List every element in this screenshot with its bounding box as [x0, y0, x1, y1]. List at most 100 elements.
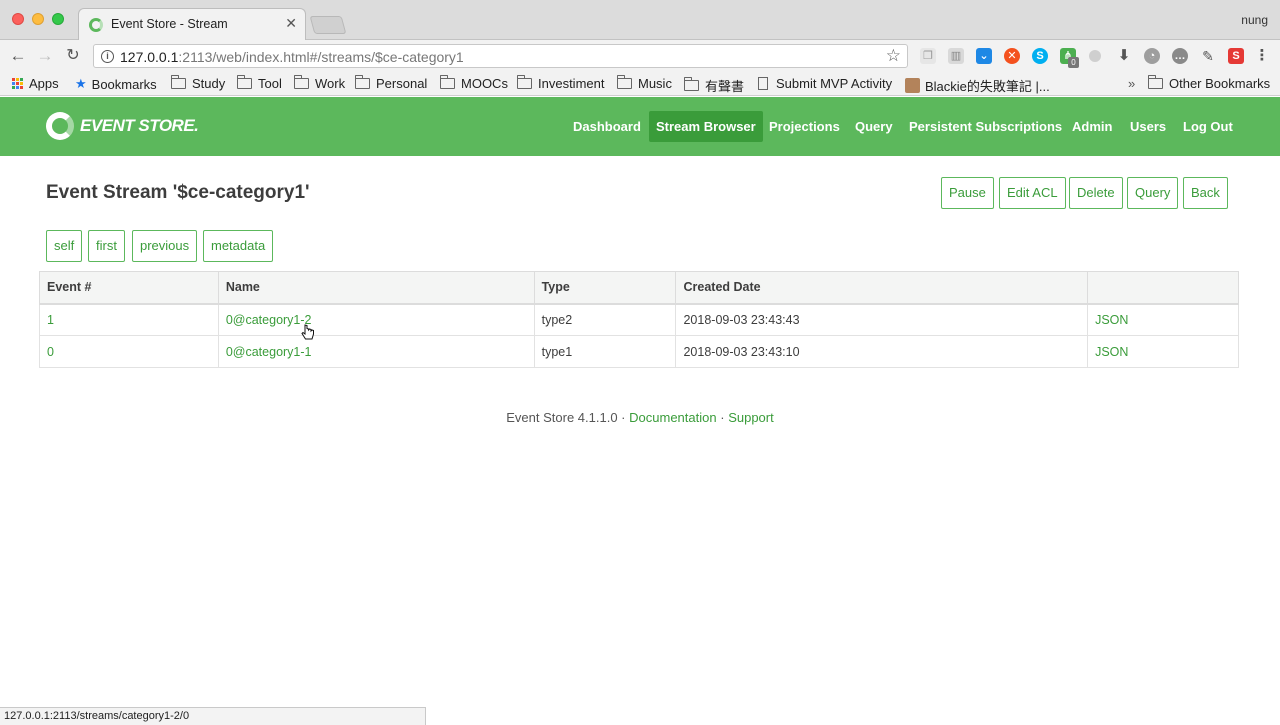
bookmark-folder-other-bookmarks[interactable]: Other Bookmarks	[1148, 75, 1270, 91]
block-extension-icon[interactable]: ✕	[1004, 48, 1020, 64]
document-icon	[758, 77, 768, 90]
folder-icon	[617, 75, 632, 89]
pager-previous-button[interactable]: previous	[132, 230, 198, 262]
folder-icon	[294, 75, 309, 89]
s-extension-icon[interactable]: S	[1228, 48, 1244, 64]
tab-title: Event Store - Stream	[111, 17, 228, 31]
apps-grid-icon	[12, 78, 23, 89]
pager-self-button[interactable]: self	[46, 230, 83, 262]
tomato-extension-icon[interactable]: ◔	[1144, 48, 1160, 64]
bookmark-folder-study[interactable]: Study	[171, 75, 225, 91]
browser-tab-strip: Event Store - Stream ✕ nung	[0, 0, 1280, 40]
browser-tab-active[interactable]: Event Store - Stream ✕	[78, 8, 306, 40]
footer-separator: ·	[621, 410, 626, 425]
event-store-favicon-icon	[89, 18, 103, 32]
edit-acl-button[interactable]: Edit ACL	[999, 177, 1066, 209]
minimize-window-button[interactable]	[32, 13, 44, 25]
folder-icon	[237, 75, 252, 89]
event-number-link[interactable]: 1	[39, 303, 219, 336]
folder-icon	[684, 77, 699, 91]
footer-separator: ·	[720, 410, 725, 425]
bookmark-folder-music[interactable]: Music	[617, 75, 672, 91]
folder-icon	[171, 75, 186, 89]
table-row: 1 0@category1-2 type2 2018-09-03 23:43:4…	[39, 303, 1239, 336]
bookmark-blackie-notes[interactable]: Blackie的失敗筆記 |...	[905, 76, 1050, 95]
pocket-extension-icon[interactable]: ⌄	[976, 48, 992, 64]
browser-menu-icon[interactable]: ⋮	[1254, 48, 1270, 64]
folder-icon	[517, 75, 532, 89]
nav-log-out[interactable]: Log Out	[1176, 111, 1240, 142]
event-number-link[interactable]: 0	[39, 335, 219, 368]
skype-extension-icon[interactable]: S	[1032, 48, 1048, 64]
download-extension-icon[interactable]: ⬇	[1116, 48, 1132, 64]
bookmark-apps[interactable]: Apps	[12, 76, 59, 91]
nav-projections[interactable]: Projections	[762, 111, 847, 142]
tab-close-icon[interactable]: ✕	[285, 15, 297, 32]
folder-icon	[440, 75, 455, 89]
column-header-type: Type	[533, 271, 677, 305]
event-name-link[interactable]: 0@category1-1	[217, 335, 535, 368]
nav-admin[interactable]: Admin	[1065, 111, 1119, 142]
extension-badge: 0	[1068, 57, 1079, 68]
bookmark-star-icon[interactable]: ☆	[886, 46, 901, 66]
event-json-link[interactable]: JSON	[1087, 335, 1239, 368]
event-created-date: 2018-09-03 23:43:10	[675, 335, 1089, 368]
query-button[interactable]: Query	[1127, 177, 1179, 209]
maximize-window-button[interactable]	[52, 13, 64, 25]
star-icon: ★	[75, 76, 87, 91]
bookmark-folder-work[interactable]: Work	[294, 75, 345, 91]
footer-version: Event Store 4.1.1.0	[506, 410, 618, 425]
new-tab-button[interactable]	[309, 16, 347, 34]
address-bar[interactable]: i 127.0.0.1:2113/web/index.html#/streams…	[93, 44, 908, 68]
bookmark-folder-personal[interactable]: Personal	[355, 75, 427, 91]
bookmarks-bar: Apps ★ Bookmarks Study Tool Work Personal…	[0, 72, 1280, 96]
hand-pointer-cursor-icon	[301, 324, 314, 340]
event-type: type1	[533, 335, 677, 368]
table-row: 0 0@category1-1 type1 2018-09-03 23:43:1…	[39, 335, 1239, 368]
reload-icon[interactable]: ↻	[63, 46, 83, 66]
site-info-icon[interactable]: i	[101, 50, 114, 63]
events-table: Event # Name Type Created Date 1 0@categ…	[39, 271, 1239, 368]
dot-extension-icon[interactable]	[1089, 50, 1101, 62]
bookmark-folder-investiment[interactable]: Investiment	[517, 75, 604, 91]
forward-arrow-icon[interactable]: →	[35, 46, 55, 66]
documentation-link[interactable]: Documentation	[629, 410, 716, 425]
nav-users[interactable]: Users	[1123, 111, 1173, 142]
bookmarks-overflow-chevron-icon[interactable]: »	[1128, 76, 1135, 91]
event-name-link[interactable]: 0@category1-2	[217, 303, 535, 336]
bookmark-folder-tool[interactable]: Tool	[237, 75, 282, 91]
delete-button[interactable]: Delete	[1069, 177, 1123, 209]
bookmark-submit-mvp-activity[interactable]: Submit MVP Activity	[758, 76, 892, 91]
close-window-button[interactable]	[12, 13, 24, 25]
back-button[interactable]: Back	[1183, 177, 1228, 209]
back-arrow-icon[interactable]: ←	[8, 46, 28, 66]
pause-button[interactable]: Pause	[941, 177, 994, 209]
trello-extension-icon[interactable]: ▥	[948, 48, 964, 64]
pager-first-button[interactable]: first	[88, 230, 125, 262]
nav-stream-browser[interactable]: Stream Browser	[649, 111, 763, 142]
event-created-date: 2018-09-03 23:43:43	[675, 303, 1089, 336]
bookmark-folder-audiobooks[interactable]: 有聲書	[684, 76, 744, 95]
bookmark-folder-moocs[interactable]: MOOCs	[440, 75, 508, 91]
pager-metadata-button[interactable]: metadata	[203, 230, 274, 262]
eyedropper-extension-icon[interactable]: ✎	[1200, 48, 1216, 64]
nav-persistent-subscriptions[interactable]: Persistent Subscriptions	[902, 111, 1069, 142]
avatar-icon	[905, 78, 920, 93]
event-store-logo[interactable]: EVENT STORE.	[46, 112, 199, 140]
table-header-row: Event # Name Type Created Date	[39, 271, 1239, 305]
event-json-link[interactable]: JSON	[1087, 303, 1239, 336]
column-header-created-date: Created Date	[675, 271, 1089, 305]
event-type: type2	[533, 303, 677, 336]
support-link[interactable]: Support	[728, 410, 774, 425]
address-url[interactable]: 127.0.0.1:2113/web/index.html#/streams/$…	[120, 49, 464, 65]
nav-dashboard[interactable]: Dashboard	[566, 111, 648, 142]
page-title: Event Stream '$ce-category1'	[46, 182, 310, 203]
column-header-name: Name	[217, 271, 535, 305]
chat-extension-icon[interactable]: …	[1172, 48, 1188, 64]
browser-toolbar: ← → ↻ i 127.0.0.1:2113/web/index.html#/s…	[0, 40, 1280, 72]
status-bar-url: 127.0.0.1:2113/streams/category1-2/0	[0, 707, 426, 725]
profile-name[interactable]: nung	[1241, 13, 1268, 27]
nav-query[interactable]: Query	[848, 111, 900, 142]
bookmark-bookmarks[interactable]: ★ Bookmarks	[75, 76, 157, 92]
copy-extension-icon[interactable]: ❐	[920, 48, 936, 64]
